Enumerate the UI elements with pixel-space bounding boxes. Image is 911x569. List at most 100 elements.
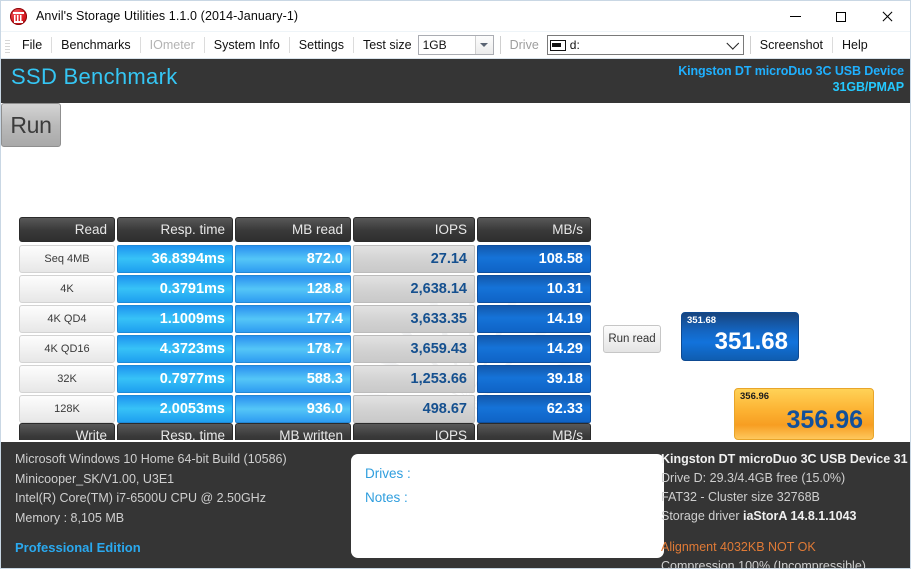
read-column-header-mbs: MB/s	[477, 217, 591, 242]
drive-label: Drive	[509, 38, 539, 52]
write-column-header-mbs: MB/s	[477, 423, 591, 440]
read-score-tag: 351.68	[687, 315, 717, 326]
page-title: SSD Benchmark	[11, 64, 178, 89]
run-button[interactable]: Run	[1, 103, 61, 147]
cell-resp: 0.7977ms	[117, 365, 233, 393]
drives-notes-box[interactable]: Drives : Notes :	[351, 454, 664, 558]
title-bar: Anvil's Storage Utilities 1.1.0 (2014-Ja…	[1, 1, 910, 32]
read-column-header-read: Read	[19, 217, 115, 242]
total-score-value: 356.96	[786, 406, 863, 434]
cell-resp: 36.8394ms	[117, 245, 233, 273]
write-column-header-mb: MB written	[235, 423, 351, 440]
cell-iops: 3,633.35	[353, 305, 475, 333]
status-storage-driver: Storage driver iaStorA 14.8.1.1043	[661, 507, 910, 526]
window-controls	[772, 1, 910, 32]
write-column-header-iops: IOPS	[353, 423, 475, 440]
cell-mbs: 62.33	[477, 395, 591, 423]
status-alignment: Alignment 4032KB NOT OK	[661, 540, 816, 554]
table-row: 32K 0.7977ms 588.3 1,253.66 39.18	[19, 365, 591, 393]
table-header-row: Read Resp. time MB read IOPS MB/s	[19, 217, 591, 242]
minimize-icon[interactable]	[772, 1, 818, 32]
total-score-panel: 356.96 356.96	[734, 388, 874, 440]
cell-resp: 0.3791ms	[117, 275, 233, 303]
test-size-label: Test size	[362, 38, 412, 52]
cell-mbs: 14.19	[477, 305, 591, 333]
cell-mb: 936.0	[235, 395, 351, 423]
benchmark-main-area: VMODTECH.COM Read Resp. time MB read IOP…	[1, 103, 910, 440]
status-board: Minicooper_SK/V1.00, U3E1	[15, 471, 175, 486]
system-info-block: Microsoft Windows 10 Home 64-bit Build (…	[15, 450, 287, 558]
window-title: Anvil's Storage Utilities 1.1.0 (2014-Ja…	[36, 9, 299, 23]
total-score-tag: 356.96	[740, 391, 770, 402]
table-row: 4K QD4 1.1009ms 177.4 3,633.35 14.19	[19, 305, 591, 333]
menu-item-settings[interactable]: Settings	[290, 36, 353, 54]
close-icon[interactable]	[864, 1, 910, 32]
status-cpu: Intel(R) Core(TM) i7-6500U CPU @ 2.50GHz	[15, 491, 266, 505]
row-label: Seq 4MB	[19, 245, 115, 273]
test-size-select[interactable]: 1GB	[417, 35, 494, 55]
toolbar-grip-icon	[5, 37, 10, 53]
row-label: 32K	[19, 365, 115, 393]
run-read-button[interactable]: Run read	[603, 325, 661, 353]
menu-item-iometer: IOmeter	[149, 38, 195, 52]
cell-iops: 1,253.66	[353, 365, 475, 393]
cell-mbs: 108.58	[477, 245, 591, 273]
table-row: 4K QD16 4.3723ms 178.7 3,659.43 14.29	[19, 335, 591, 363]
anvil-storage-utilities-window: Anvil's Storage Utilities 1.1.0 (2014-Ja…	[0, 0, 911, 569]
write-column-header-resp: Resp. time	[117, 423, 233, 440]
status-memory: Memory : 8,105 MB	[15, 510, 125, 525]
status-device: Kingston DT microDuo 3C USB Device 31	[661, 452, 908, 466]
read-score-value: 351.68	[714, 328, 788, 355]
table-header-row: Write Resp. time MB written IOPS MB/s	[19, 423, 591, 440]
cell-mb: 872.0	[235, 245, 351, 273]
cell-mbs: 39.18	[477, 365, 591, 393]
menu-item-file[interactable]: File	[13, 36, 51, 54]
row-label: 128K	[19, 395, 115, 423]
read-results-table: Read Resp. time MB read IOPS MB/s Seq 4M…	[19, 217, 591, 425]
chevron-down-icon[interactable]	[725, 36, 743, 54]
menu-item-system-info[interactable]: System Info	[205, 36, 289, 54]
drive-icon	[549, 39, 566, 51]
table-row: 128K 2.0053ms 936.0 498.67 62.33	[19, 395, 591, 423]
status-drive-free: Drive D: 29.3/4.4GB free (15.0%)	[661, 471, 846, 485]
header-device-capacity: 31GB/PMAP	[832, 80, 904, 94]
read-column-header-iops: IOPS	[353, 217, 475, 242]
status-bar: Microsoft Windows 10 Home 64-bit Build (…	[1, 442, 910, 569]
chevron-down-icon[interactable]	[474, 36, 493, 54]
drive-select[interactable]: d:	[546, 35, 744, 55]
row-label: 4K QD4	[19, 305, 115, 333]
drives-label: Drives :	[365, 466, 411, 481]
status-filesystem: FAT32 - Cluster size 32768B	[661, 490, 820, 504]
menu-item-benchmarks[interactable]: Benchmarks	[52, 36, 139, 54]
cell-mbs: 10.31	[477, 275, 591, 303]
cell-iops: 3,659.43	[353, 335, 475, 363]
anvil-app-icon	[10, 7, 27, 25]
read-score-panel: 351.68 351.68	[681, 312, 799, 361]
read-column-header-resp: Resp. time	[117, 217, 233, 242]
menu-item-help[interactable]: Help	[833, 36, 877, 54]
header-device-info: Kingston DT microDuo 3C USB Device 31GB/…	[678, 63, 904, 95]
row-label: 4K	[19, 275, 115, 303]
driver-name: iaStorA 14.8.1.1043	[742, 509, 857, 523]
header-device-name: Kingston DT microDuo 3C USB Device	[678, 64, 904, 78]
write-results-table: Write Resp. time MB written IOPS MB/s Se…	[19, 423, 591, 440]
cell-mb: 588.3	[235, 365, 351, 393]
driver-prefix: Storage driver	[661, 509, 743, 523]
status-os: Microsoft Windows 10 Home 64-bit Build (…	[15, 452, 287, 466]
cell-resp: 4.3723ms	[117, 335, 233, 363]
menu-bar: File Benchmarks IOmeter System Info Sett…	[1, 32, 910, 59]
status-compression: Compression 100% (Incompressible)	[661, 559, 866, 569]
cell-resp: 2.0053ms	[117, 395, 233, 423]
status-edition: Professional Edition	[15, 540, 141, 555]
menu-item-screenshot[interactable]: Screenshot	[751, 36, 832, 54]
test-size-value: 1GB	[422, 38, 447, 52]
drive-value: d:	[569, 38, 580, 52]
cell-iops: 2,638.14	[353, 275, 475, 303]
cell-iops: 498.67	[353, 395, 475, 423]
cell-mb: 177.4	[235, 305, 351, 333]
benchmark-header-band: SSD Benchmark Kingston DT microDuo 3C US…	[1, 59, 910, 103]
write-column-header-write: Write	[19, 423, 115, 440]
notes-label: Notes :	[365, 490, 408, 505]
maximize-icon[interactable]	[818, 1, 864, 32]
row-label: 4K QD16	[19, 335, 115, 363]
